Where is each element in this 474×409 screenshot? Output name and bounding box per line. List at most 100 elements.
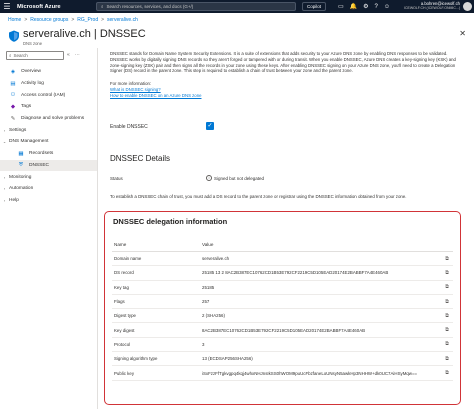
- sidebar-item-label: Overview: [21, 69, 41, 75]
- table-row: Key tag 25185 ⧉: [112, 281, 453, 295]
- row-name: Key digest: [114, 327, 135, 333]
- sidebar: ⌕ Search « ⋯ ◈ Overview ▤ Activity log ⚇…: [0, 48, 98, 409]
- cloud-shell-icon[interactable]: ▭: [338, 3, 344, 10]
- table-row: Digest type 2 (SHA256) ⧉: [112, 309, 453, 324]
- sidebar-item-overview[interactable]: ◈ Overview: [0, 66, 97, 78]
- sidebar-item-monitoring[interactable]: › Monitoring: [0, 171, 97, 183]
- global-search-input[interactable]: ⌕ Search resources, services, and docs (…: [96, 2, 296, 11]
- sidebar-item-label: Automation: [9, 186, 34, 192]
- chevron-right-icon: ›: [3, 174, 6, 180]
- table-row: Public key iSxFzzFfTgkvgpq4kqj4whxNHJnsI…: [112, 366, 453, 381]
- sidebar-item-label: Recordsets: [29, 151, 54, 157]
- link-what-is-dnssec[interactable]: What is DNSSEC signing?: [110, 87, 161, 92]
- sidebar-tools: « ⋯: [67, 52, 80, 58]
- brand-name[interactable]: Microsoft Azure: [17, 4, 61, 10]
- sidebar-item-label: DNSSEC: [29, 162, 49, 168]
- activity-log-icon: ▤: [10, 80, 16, 87]
- row-value[interactable]: 3: [202, 342, 442, 347]
- sidebar-item-tags[interactable]: ◆ Tags: [0, 101, 97, 113]
- chevron-right-icon: ›: [3, 197, 6, 203]
- avatar[interactable]: [463, 2, 472, 11]
- sidebar-search-placeholder: Search: [13, 53, 28, 58]
- sidebar-search-input[interactable]: ⌕ Search: [6, 51, 64, 60]
- breadcrumb-home[interactable]: Home: [8, 17, 21, 23]
- breadcrumb: Home > Resource groups > RG_Prod > serve…: [8, 17, 138, 23]
- copy-icon[interactable]: ⧉: [442, 341, 452, 347]
- topbar-icons: ▭ 🔔 ⚙ ? ☺: [338, 0, 390, 13]
- bell-icon[interactable]: 🔔: [350, 3, 357, 10]
- breadcrumb-separator: >: [101, 17, 105, 23]
- help-icon[interactable]: ?: [375, 4, 378, 10]
- link-how-to-enable-dnssec[interactable]: How to enable DNSSEC on an Azure DNS zon…: [110, 93, 201, 98]
- copy-icon[interactable]: ⧉: [442, 313, 452, 319]
- copy-icon[interactable]: ⧉: [442, 299, 452, 305]
- copy-icon[interactable]: ⧉: [442, 356, 452, 362]
- delegation-info-section: DNSSEC delegation information Name Value…: [104, 211, 461, 405]
- sidebar-item-label: Access control (IAM): [21, 92, 66, 98]
- column-header-name: Name: [114, 242, 127, 247]
- tag-icon: ◆: [10, 103, 16, 110]
- table-row: Signing algorithm type 13 (ECDSAP256SHA2…: [112, 352, 453, 367]
- breadcrumb-rg-prod[interactable]: RG_Prod: [77, 17, 98, 23]
- row-value[interactable]: iSxFzzFfTgkvgpq4kqj4whxNHJnsIkSS0hWOM9pu…: [202, 371, 442, 376]
- wrench-icon: ✎: [10, 115, 16, 122]
- sidebar-item-dnssec[interactable]: ⛨ DNSSEC: [0, 159, 97, 172]
- gear-icon[interactable]: ⚙: [363, 3, 368, 10]
- row-value[interactable]: serveralive.ch: [202, 256, 442, 261]
- copy-icon[interactable]: ⧉: [442, 370, 452, 376]
- row-name: Signing algorithm type: [114, 356, 158, 362]
- table-row: Key digest 8AC2B387EC10762CD1B53E792CF22…: [112, 323, 453, 338]
- star-icon[interactable]: ☆: [112, 31, 117, 38]
- table-header: Name Value: [112, 238, 453, 252]
- delegation-heading: DNSSEC delegation information: [113, 217, 228, 226]
- copy-icon[interactable]: ⧉: [442, 284, 452, 290]
- breadcrumb-resource-groups[interactable]: Resource groups: [30, 17, 68, 23]
- copilot-label: Copilot: [307, 4, 322, 9]
- row-value[interactable]: 257: [202, 299, 442, 304]
- account-info[interactable]: a.bohren@icewolf.ch ICEWOLF.CH (ICEWOLF.…: [404, 1, 460, 11]
- row-name: Public key: [114, 370, 135, 376]
- hamburger-icon[interactable]: ☰: [0, 0, 14, 13]
- row-value[interactable]: 25185: [202, 285, 442, 290]
- row-name: Domain name: [114, 256, 142, 262]
- sidebar-item-settings[interactable]: › Settings: [0, 124, 97, 136]
- sidebar-item-diagnose[interactable]: ✎ Diagnose and solve problems: [0, 113, 97, 125]
- dnssec-shield-icon: [9, 30, 19, 42]
- enable-dnssec-label: Enable DNSSEC: [110, 124, 148, 130]
- copy-icon[interactable]: ⧉: [442, 327, 452, 333]
- row-value[interactable]: 13 (ECDSAP256SHA256): [202, 356, 442, 361]
- sidebar-item-activity-log[interactable]: ▤ Activity log: [0, 78, 97, 90]
- breadcrumb-zone[interactable]: serveralive.ch: [107, 17, 138, 23]
- copy-icon[interactable]: ⧉: [442, 270, 452, 276]
- chevron-right-icon: ›: [3, 186, 6, 192]
- top-bar: ☰ Microsoft Azure ⌕ Search resources, se…: [0, 0, 474, 13]
- more-info-label: For more information:: [110, 81, 152, 86]
- close-icon[interactable]: ✕: [459, 29, 466, 38]
- copy-icon[interactable]: ⧉: [442, 256, 452, 262]
- sidebar-item-help[interactable]: › Help: [0, 195, 97, 207]
- enable-dnssec-checkbox[interactable]: ✓: [206, 122, 214, 130]
- column-header-value: Value: [202, 242, 214, 247]
- dnssec-icon: ⛨: [18, 161, 24, 168]
- sidebar-item-access-control[interactable]: ⚇ Access control (IAM): [0, 89, 97, 101]
- collapse-icon[interactable]: «: [67, 52, 70, 58]
- row-value[interactable]: 25185 13 2 8AC2B387EC10762CD1B53E792CF22…: [202, 270, 442, 275]
- sidebar-nav: ◈ Overview ▤ Activity log ⚇ Access contr…: [0, 66, 97, 206]
- sidebar-item-label: Tags: [21, 104, 32, 110]
- sidebar-item-recordsets[interactable]: ▦ Recordsets: [0, 148, 97, 160]
- row-value[interactable]: 2 (SHA256): [202, 313, 442, 318]
- chain-of-trust-text: To establish a DNSSEC chain of trust, yo…: [110, 194, 407, 199]
- main-content: DNSSEC stands for Domain Name System Sec…: [100, 48, 472, 409]
- feedback-icon[interactable]: ☺: [384, 4, 390, 10]
- dns-zone-icon: ◈: [10, 68, 16, 75]
- chevron-right-icon: ›: [3, 127, 6, 133]
- row-value[interactable]: 8AC2B387EC10762CD1B53E792CF2219C5D105EAD…: [202, 328, 442, 333]
- page-subtitle: DNS zone: [23, 41, 43, 46]
- breadcrumb-separator: >: [24, 17, 28, 23]
- expand-icon[interactable]: ⋯: [75, 52, 80, 58]
- dnssec-details-heading: DNSSEC Details: [110, 154, 171, 163]
- sidebar-item-automation[interactable]: › Automation: [0, 183, 97, 195]
- more-options-icon[interactable]: ···: [122, 31, 128, 38]
- copilot-button[interactable]: Copilot: [302, 2, 327, 11]
- sidebar-item-dns-management[interactable]: ⌄ DNS Management: [0, 136, 97, 148]
